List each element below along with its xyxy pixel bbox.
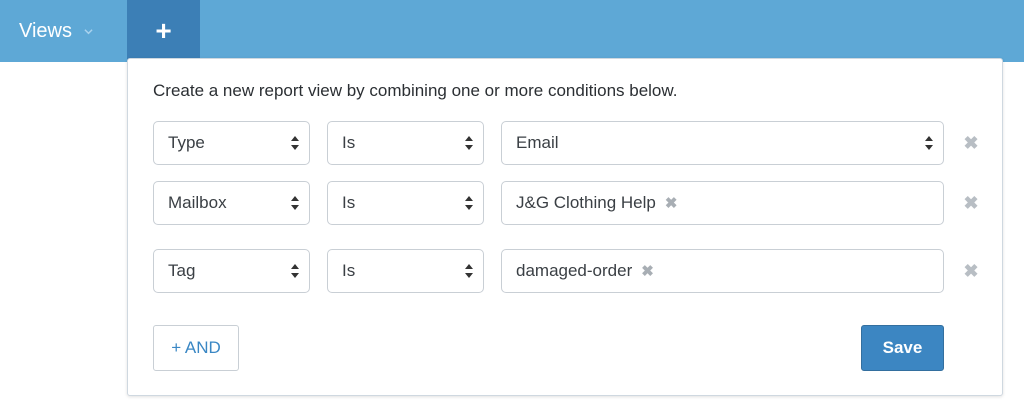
panel-instructions: Create a new report view by combining on…: [153, 81, 678, 100]
value-token: J&G Clothing Help ✖: [516, 193, 677, 213]
plus-icon: +: [155, 15, 172, 46]
select-arrows-icon: [291, 196, 299, 210]
add-and-condition-button[interactable]: + AND: [153, 325, 239, 371]
chevron-down-icon: [84, 28, 93, 34]
save-button[interactable]: Save: [861, 325, 944, 371]
remove-token-icon[interactable]: ✖: [665, 194, 678, 212]
views-dropdown-button[interactable]: Views: [0, 0, 127, 62]
views-label: Views: [19, 19, 72, 42]
select-arrows-icon: [925, 136, 933, 150]
condition-value-select[interactable]: Email: [501, 121, 944, 165]
condition-field-value: Type: [168, 133, 205, 152]
select-arrows-icon: [465, 264, 473, 278]
condition-field-select[interactable]: Type: [153, 121, 310, 165]
condition-field-value: Mailbox: [168, 193, 227, 212]
condition-operator-select[interactable]: Is: [327, 121, 484, 165]
select-arrows-icon: [465, 136, 473, 150]
condition-field-value: Tag: [168, 261, 196, 280]
condition-operator-value: Is: [342, 261, 356, 280]
condition-value: Email: [516, 133, 559, 152]
value-token: damaged-order ✖: [516, 261, 654, 281]
condition-field-select[interactable]: Mailbox: [153, 181, 310, 225]
token-label: damaged-order: [516, 261, 633, 280]
token-label: J&G Clothing Help: [516, 193, 656, 212]
remove-condition-icon[interactable]: ✖: [962, 133, 980, 153]
condition-operator-value: Is: [342, 133, 356, 152]
remove-condition-icon[interactable]: ✖: [962, 193, 980, 213]
condition-value-token-input[interactable]: J&G Clothing Help ✖: [501, 181, 944, 225]
add-view-button[interactable]: +: [127, 0, 200, 62]
select-arrows-icon: [291, 136, 299, 150]
condition-field-select[interactable]: Tag: [153, 249, 310, 293]
condition-value-token-input[interactable]: damaged-order ✖: [501, 249, 944, 293]
select-arrows-icon: [291, 264, 299, 278]
condition-operator-value: Is: [342, 193, 356, 212]
top-navigation-bar: Views +: [0, 0, 1024, 62]
remove-condition-icon[interactable]: ✖: [962, 261, 980, 281]
remove-token-icon[interactable]: ✖: [641, 262, 654, 280]
select-arrows-icon: [465, 196, 473, 210]
condition-operator-select[interactable]: Is: [327, 249, 484, 293]
condition-operator-select[interactable]: Is: [327, 181, 484, 225]
create-view-panel: Create a new report view by combining on…: [127, 58, 1003, 396]
